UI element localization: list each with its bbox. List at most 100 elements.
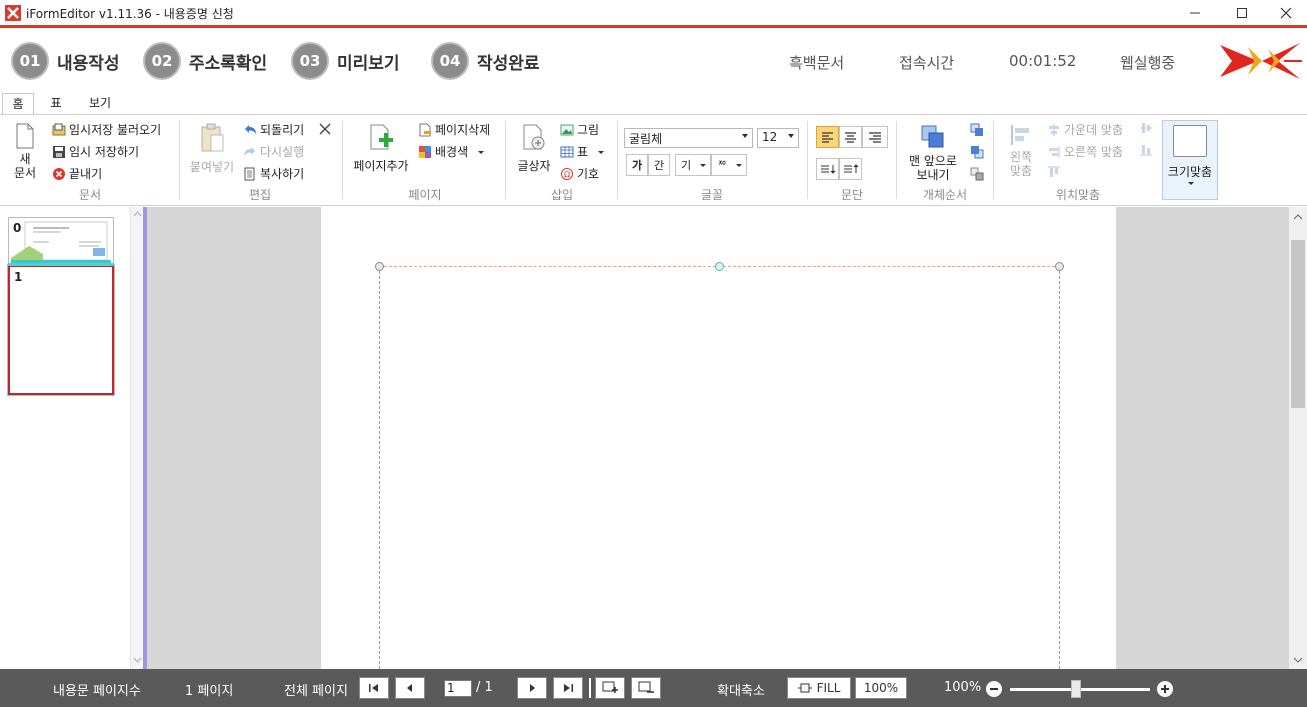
- step-2[interactable]: 02 주소록확인: [143, 42, 267, 80]
- step-3[interactable]: 03 미리보기: [291, 42, 400, 80]
- add-page-status-button[interactable]: [595, 677, 625, 699]
- load-temp-button[interactable]: 임시저장 불러오기: [52, 121, 161, 138]
- tab-table[interactable]: 표: [42, 93, 70, 115]
- step-number: 03: [291, 42, 329, 80]
- redo-label: 다시실행: [260, 145, 305, 159]
- app-logo-icon: [5, 5, 21, 21]
- actual-size-button[interactable]: 100%: [855, 677, 907, 699]
- bring-forward-button[interactable]: [970, 123, 987, 137]
- symbol-icon: Ω: [561, 167, 573, 180]
- paste-button[interactable]: 붙여넣기: [186, 123, 238, 174]
- prev-page-button[interactable]: [395, 677, 425, 699]
- align-object-left-button[interactable]: 왼쪽 맞춤: [1002, 123, 1040, 178]
- font-family-select[interactable]: 굴림체: [624, 128, 753, 148]
- bring-to-front-icon: [921, 125, 944, 148]
- floppy-disk-icon: [53, 145, 65, 158]
- table-insert-label: 표: [577, 145, 589, 159]
- font-color-button[interactable]: 기: [675, 154, 711, 176]
- ribbon-separator: [617, 121, 618, 199]
- zoom-in-button[interactable]: [1157, 681, 1173, 697]
- page-thumbnail-selected[interactable]: 1: [8, 265, 114, 395]
- textbox-button[interactable]: 글상자: [512, 123, 556, 173]
- textbox-label: 글상자: [517, 159, 551, 173]
- tab-home[interactable]: 홈: [2, 93, 34, 115]
- page-thumbnail[interactable]: 0: [8, 217, 114, 265]
- canvas-scrollbar[interactable]: [1289, 207, 1307, 669]
- align-object-middle-button[interactable]: [1139, 121, 1156, 135]
- symbol-button[interactable]: Ω 기호: [560, 165, 599, 182]
- fit-size-icon: [1173, 125, 1207, 157]
- align-object-top-button[interactable]: [1047, 165, 1064, 179]
- fit-size-button[interactable]: 크기맞춤: [1162, 120, 1218, 200]
- resize-handle-top-center[interactable]: [715, 262, 724, 271]
- new-document-button[interactable]: 새 문서: [10, 123, 40, 180]
- first-page-button[interactable]: [359, 677, 389, 699]
- group-label-insert: 삽입: [550, 188, 574, 202]
- send-to-back-button[interactable]: [970, 167, 987, 181]
- thumbnail-scrollbar[interactable]: [130, 207, 143, 669]
- delete-page-button[interactable]: 페이지삭제: [418, 121, 490, 138]
- picture-button[interactable]: 그림: [560, 121, 599, 138]
- maximize-icon: [1237, 7, 1247, 18]
- bring-to-front-label-2: 보내기: [916, 168, 950, 182]
- background-color-button[interactable]: 배경색: [418, 143, 486, 160]
- align-object-bottom-button[interactable]: [1139, 143, 1156, 157]
- align-center-button[interactable]: [839, 126, 862, 148]
- window-title: iFormEditor v1.11.36 - 내용증명 신청: [26, 7, 234, 21]
- maximize-button[interactable]: [1219, 0, 1265, 25]
- align-right-button[interactable]: [862, 126, 888, 148]
- resize-handle-top-left[interactable]: [375, 262, 384, 271]
- fill-zoom-button[interactable]: FILL: [787, 677, 851, 699]
- table-insert-button[interactable]: 표: [560, 143, 606, 160]
- fit-to-fill-icon: [797, 683, 812, 693]
- bring-to-front-button[interactable]: 맨 앞으로 보내기: [903, 123, 963, 182]
- next-page-button[interactable]: [517, 677, 547, 699]
- group-label-paragraph: 문단: [840, 188, 864, 202]
- step-4[interactable]: 04 작성완료: [431, 42, 540, 80]
- scrollbar-thumb[interactable]: [1291, 240, 1305, 408]
- zoom-out-button[interactable]: [986, 681, 1002, 697]
- align-left-button[interactable]: [816, 126, 839, 148]
- send-backward-button[interactable]: [970, 145, 987, 159]
- align-center-icon: [845, 132, 856, 143]
- copy-button[interactable]: 복사하기: [243, 165, 304, 182]
- step-number: 04: [431, 42, 469, 80]
- add-page-button[interactable]: 페이지추가: [350, 123, 412, 173]
- next-page-icon: [530, 684, 535, 692]
- ribbon-separator: [993, 121, 994, 199]
- page-number-input[interactable]: 1: [444, 680, 472, 697]
- group-label-edit: 편집: [248, 188, 272, 202]
- cut-button[interactable]: [318, 122, 335, 136]
- redo-button[interactable]: 다시실행: [243, 143, 304, 160]
- step-label: 주소록확인: [189, 53, 268, 74]
- close-button[interactable]: [1263, 0, 1307, 25]
- text-area-selection[interactable]: [379, 266, 1060, 669]
- align-object-right-button[interactable]: 오른쪽 맞춤: [1047, 143, 1123, 160]
- undo-button[interactable]: 되돌리기: [243, 121, 304, 138]
- bold-button[interactable]: 가: [626, 154, 648, 176]
- last-page-button[interactable]: [553, 677, 583, 699]
- tab-view[interactable]: 보기: [80, 93, 120, 115]
- resize-handle-top-right[interactable]: [1055, 262, 1064, 271]
- align-object-left-label-2: 맞춤: [1009, 164, 1033, 178]
- remove-page-status-button[interactable]: [631, 677, 661, 699]
- exit-button[interactable]: 끝내기: [52, 165, 102, 182]
- total-pages-label: 전체 페이지: [284, 684, 348, 699]
- zoom-slider-thumb[interactable]: [1070, 680, 1081, 698]
- group-label-page: 페이지: [408, 188, 442, 202]
- step-1[interactable]: 01 내용작성: [11, 42, 120, 80]
- font-size-select[interactable]: 12: [757, 128, 799, 148]
- status-bar: 내용문 페이지수 1 페이지 전체 페이지 1 / 1 확대축소 FILL 10…: [0, 669, 1307, 707]
- step-number: 02: [143, 42, 181, 80]
- highlight-button[interactable]: ᅍ: [711, 154, 747, 176]
- line-spacing-up-button[interactable]: [839, 158, 862, 180]
- line-spacing-down-button[interactable]: [816, 158, 839, 180]
- save-temp-button[interactable]: 임시 저장하기: [52, 143, 139, 160]
- redo-icon: [244, 146, 255, 156]
- align-object-center-button[interactable]: 가운데 맞춤: [1047, 121, 1123, 138]
- group-label-order: 개체순서: [922, 188, 968, 202]
- minimize-button[interactable]: [1172, 0, 1218, 25]
- background-color-label: 배경색: [435, 145, 469, 159]
- align-right-icon: [869, 132, 881, 143]
- italic-button[interactable]: 간: [648, 154, 670, 176]
